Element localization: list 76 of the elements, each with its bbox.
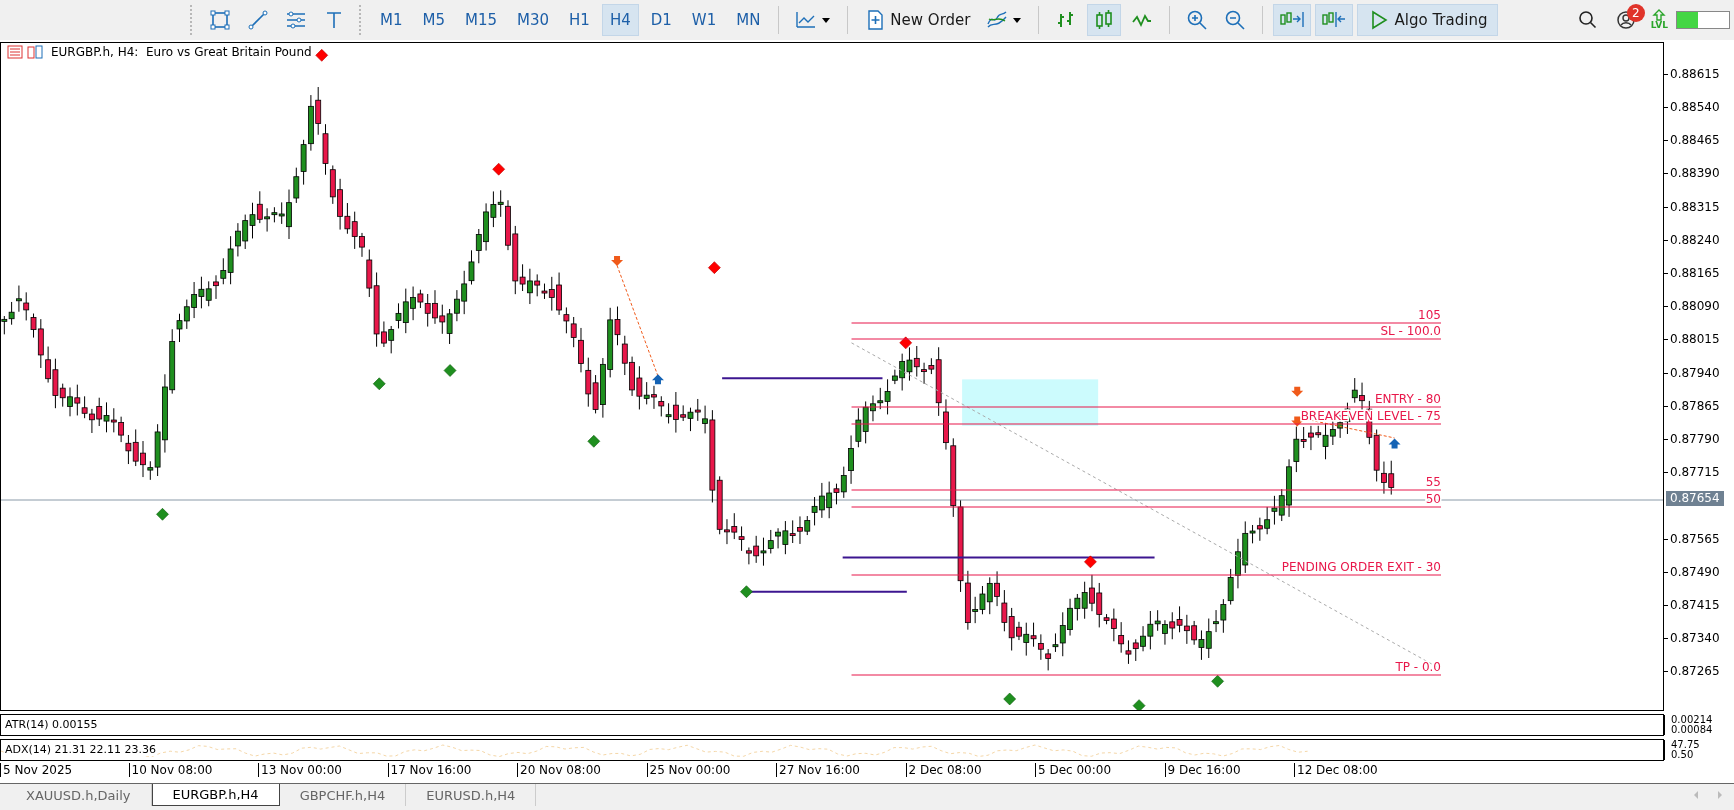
search-icon — [1576, 8, 1599, 31]
price-tick: 0.87340 — [1664, 631, 1720, 646]
time-label: 9 Dec 16:00 — [1164, 763, 1241, 778]
time-label: 5 Nov 2025 — [0, 763, 73, 778]
timeframe-button[interactable]: MN — [728, 3, 769, 36]
price-tick: 0.87265 — [1664, 664, 1720, 679]
chart-type-button[interactable] — [1087, 3, 1122, 36]
price-tick: 0.88615 — [1664, 66, 1720, 81]
time-label: 5 Dec 00:00 — [1035, 763, 1112, 778]
chart-tab[interactable]: GBPCHF.h,H4 — [279, 784, 407, 807]
price-tick: 0.88390 — [1664, 166, 1720, 181]
timeframe-button[interactable]: D1 — [642, 3, 680, 36]
zoom-in-icon — [1186, 8, 1209, 31]
time-label: 2 Dec 08:00 — [905, 763, 982, 778]
indicator-tick: 0.00084 — [1664, 725, 1734, 736]
atr-label: ATR(14) 0.00155 — [5, 718, 98, 732]
timeframe-button[interactable]: W1 — [683, 3, 725, 36]
timeframe-button[interactable]: M30 — [509, 3, 558, 36]
level-label: TP - 0.0 — [1395, 659, 1441, 674]
price-tick: 0.88090 — [1664, 299, 1720, 314]
chart-title: EURGBP.h, H4: Euro vs Great Britain Pound — [51, 44, 312, 59]
account-icon — [1614, 8, 1637, 31]
adx-label: ADX(14) 21.31 22.11 23.36 — [5, 743, 157, 757]
price-tick: 0.87490 — [1664, 564, 1720, 579]
scroll-right-icon — [1716, 790, 1724, 801]
price-tick: 0.88465 — [1664, 133, 1720, 148]
price-tick: 0.88540 — [1664, 100, 1720, 115]
price-tick: 0.88240 — [1664, 232, 1720, 247]
timeframe-button[interactable]: H4 — [601, 3, 639, 36]
chart-tab[interactable]: EURGBP.h,H4 — [151, 784, 280, 807]
rectangle-icon — [209, 8, 231, 31]
price-tick: 0.87940 — [1664, 365, 1720, 380]
price-tick: 0.88165 — [1664, 266, 1720, 281]
timeframe-button[interactable]: M5 — [414, 3, 453, 36]
level-label: 55 — [1425, 474, 1441, 489]
price-tick: 0.87790 — [1664, 432, 1720, 447]
price-tick: 0.87715 — [1664, 465, 1720, 480]
level-label: SL - 100.0 — [1380, 323, 1441, 338]
price-tick: 0.88015 — [1664, 332, 1720, 347]
level-label: 50 — [1425, 491, 1441, 506]
level-meter — [1676, 10, 1730, 29]
trendline-icon — [247, 8, 269, 31]
chart-tab[interactable]: XAUUSD.h,Daily — [6, 784, 152, 807]
notification-badge: 2 — [1626, 3, 1645, 22]
time-label: 12 Dec 08:00 — [1294, 763, 1378, 778]
time-label: 20 Nov 08:00 — [517, 763, 601, 778]
chart-shift-button[interactable] — [1315, 3, 1354, 36]
horizontal-lines-icon — [285, 8, 307, 31]
zoom-out-icon — [1224, 8, 1247, 31]
level-label: 105 — [1418, 307, 1441, 322]
price-tick: 0.87415 — [1664, 598, 1720, 613]
chart-tab[interactable]: EURUSD.h,H4 — [406, 784, 537, 807]
time-label: 25 Nov 00:00 — [646, 763, 731, 778]
algo-trading-button[interactable]: Algo Trading — [1357, 3, 1499, 36]
level-label: PENDING ORDER EXIT - 30 — [1281, 559, 1441, 574]
price-tick: 0.88315 — [1664, 199, 1720, 214]
time-label: 10 Nov 08:00 — [128, 763, 213, 778]
chart-window-icon — [27, 44, 43, 59]
indicator-tick: 47.75 — [1664, 740, 1734, 751]
auto-scroll-button[interactable] — [1273, 3, 1312, 36]
time-label: 27 Nov 16:00 — [776, 763, 860, 778]
list-icon — [7, 44, 23, 59]
level-label: ENTRY - 80 — [1375, 391, 1441, 406]
timeframe-button[interactable]: M1 — [372, 3, 411, 36]
current-price-tag: 0.87654 — [1666, 491, 1724, 507]
indicator-tick: 0.50 — [1664, 750, 1734, 761]
arrow-up-icon — [1652, 9, 1667, 22]
scroll-left-icon — [1692, 790, 1700, 801]
time-label: 13 Nov 00:00 — [258, 763, 342, 778]
price-tick: 0.87565 — [1664, 531, 1720, 546]
timeframe-button[interactable]: H1 — [561, 3, 598, 36]
timeframe-button[interactable]: M15 — [457, 3, 506, 36]
time-label: 17 Nov 16:00 — [387, 763, 472, 778]
new-order-button[interactable]: New Order — [858, 3, 977, 36]
indicator-tick: 0.00214 — [1664, 715, 1734, 726]
price-tick: 0.87865 — [1664, 398, 1720, 413]
